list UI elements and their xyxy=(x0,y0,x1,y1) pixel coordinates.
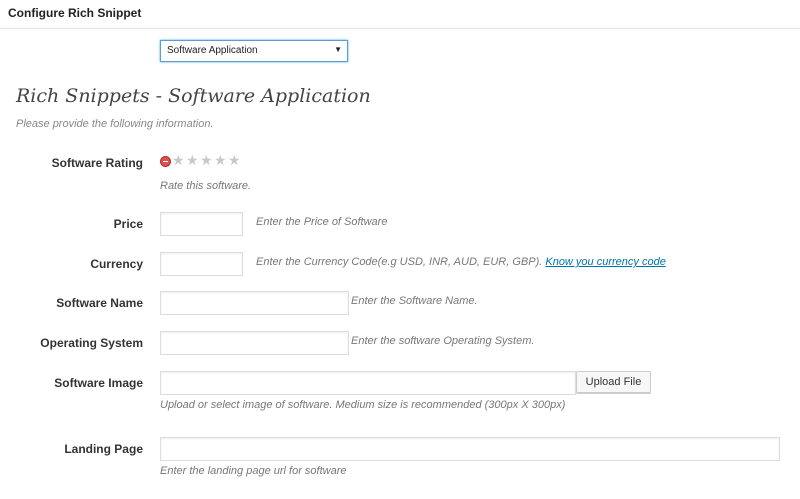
section-title: Rich Snippets - Software Application xyxy=(16,85,371,107)
star-icon[interactable]: ★ xyxy=(200,153,213,167)
star-icon[interactable]: ★ xyxy=(186,153,199,167)
star-icon[interactable]: ★ xyxy=(228,153,241,167)
snippet-type-value: Software Application xyxy=(167,45,258,56)
software-name-label: Software Name xyxy=(56,296,143,310)
os-label: Operating System xyxy=(40,336,143,350)
page-header: Configure Rich Snippet xyxy=(0,0,800,29)
currency-label: Currency xyxy=(90,257,143,271)
image-label: Software Image xyxy=(54,376,143,390)
upload-file-button[interactable]: Upload File xyxy=(576,371,651,393)
price-hint: Enter the Price of Software xyxy=(256,216,388,228)
rating-label: Software Rating xyxy=(51,156,143,170)
landing-hint: Enter the landing page url for software xyxy=(160,465,347,477)
snippet-type-select[interactable]: Software Application ▼ xyxy=(160,40,348,62)
software-name-input[interactable] xyxy=(160,291,349,315)
rating-hint: Rate this software. xyxy=(160,180,252,192)
chevron-down-icon: ▼ xyxy=(334,45,342,54)
currency-code-link[interactable]: Know you currency code xyxy=(545,256,665,268)
image-url-input[interactable] xyxy=(160,371,576,395)
currency-hint: Enter the Currency Code(e.g USD, INR, AU… xyxy=(256,256,666,268)
software-name-hint: Enter the Software Name. xyxy=(351,295,478,307)
os-input[interactable] xyxy=(160,331,349,355)
os-hint: Enter the software Operating System. xyxy=(351,335,535,347)
landing-label: Landing Page xyxy=(64,442,143,456)
image-hint: Upload or select image of software. Medi… xyxy=(160,399,566,411)
price-input[interactable] xyxy=(160,212,243,236)
clear-rating-icon[interactable] xyxy=(160,156,171,167)
landing-page-input[interactable] xyxy=(160,437,780,461)
currency-hint-text: Enter the Currency Code(e.g USD, INR, AU… xyxy=(256,256,543,268)
star-icon[interactable]: ★ xyxy=(172,153,185,167)
section-subtitle: Please provide the following information… xyxy=(16,118,214,130)
currency-input[interactable] xyxy=(160,252,243,276)
page-title: Configure Rich Snippet xyxy=(8,6,142,20)
star-icon[interactable]: ★ xyxy=(214,153,227,167)
price-label: Price xyxy=(113,217,143,231)
